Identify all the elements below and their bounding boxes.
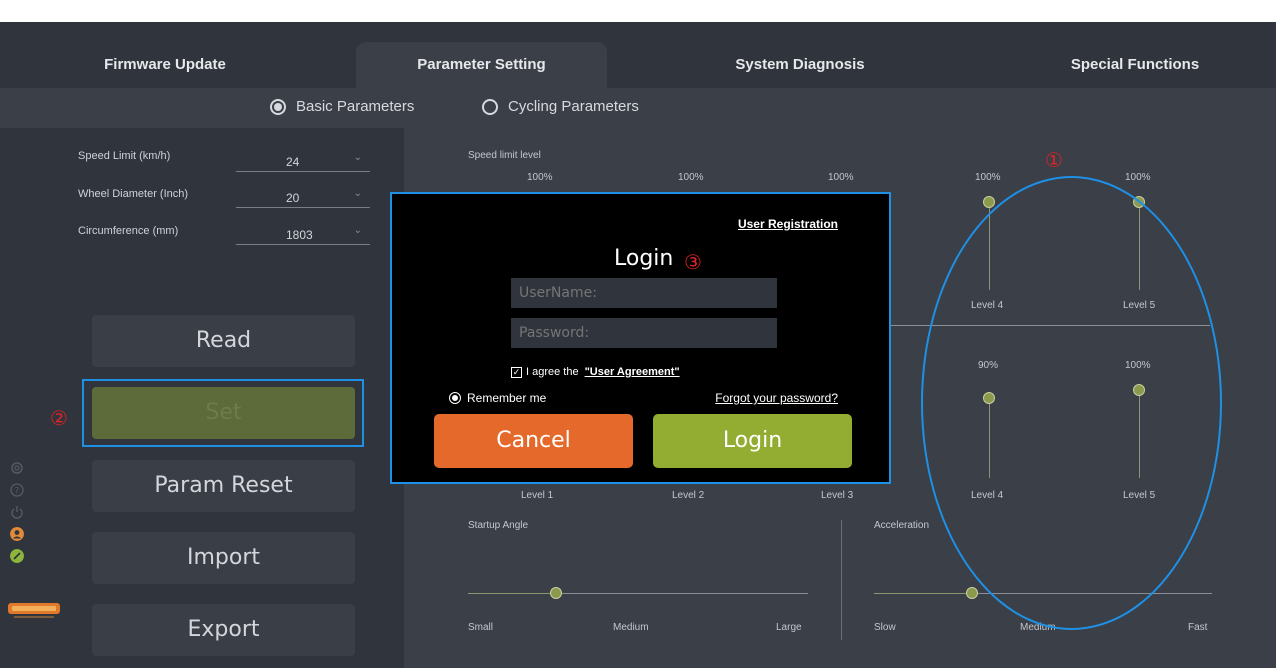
tab-system-diagnosis[interactable]: System Diagnosis	[680, 42, 920, 88]
username-input[interactable]	[511, 278, 777, 308]
select-value: 20	[286, 191, 300, 205]
tab-parameter-setting[interactable]: Parameter Setting	[356, 42, 607, 88]
select-value: 24	[286, 155, 300, 169]
circumference-label: Circumference (mm)	[78, 225, 179, 237]
user-icon[interactable]	[10, 527, 24, 541]
chevron-down-icon: ⌄	[353, 152, 362, 163]
param-reset-button[interactable]: Param Reset	[92, 460, 355, 512]
annotation-two: ②	[50, 406, 68, 430]
radio-selected-icon	[270, 98, 286, 115]
set-highlight-box	[82, 379, 364, 447]
highlight-ellipse	[921, 176, 1222, 630]
wheel-diameter-select[interactable]: 20 ⌄	[236, 186, 370, 208]
login-button[interactable]: Login	[653, 414, 852, 468]
acceleration-knob[interactable]	[966, 587, 979, 599]
sidebar: ?	[0, 455, 60, 635]
user-agreement-row: ✓ I agree the "User Agreement"	[511, 366, 680, 378]
top-caption-strip	[0, 0, 1276, 22]
cancel-button[interactable]: Cancel	[434, 414, 633, 468]
level-4-slider-knob[interactable]	[983, 196, 995, 208]
level-2-label-b: Level 2	[672, 490, 705, 501]
level-2-percent: 100%	[678, 172, 704, 183]
radio-label: Cycling Parameters	[508, 98, 639, 115]
agree-text: I agree the	[526, 366, 579, 378]
annotation-three: ③	[684, 250, 702, 274]
agree-checkbox[interactable]: ✓	[511, 366, 522, 378]
parameter-type-bar: Basic Parameters Cycling Parameters	[0, 88, 1276, 128]
login-dialog: User Registration Login ③ ✓ I agree the …	[390, 192, 891, 484]
vertical-divider	[841, 520, 842, 640]
speed-limit-label: Speed Limit (km/h)	[78, 150, 171, 162]
svg-text:?: ?	[15, 487, 20, 497]
chevron-down-icon: ⌄	[353, 225, 362, 236]
acceleration-slow-label: Slow	[874, 622, 896, 633]
login-title: Login	[614, 246, 674, 271]
acceleration-fast-label: Fast	[1188, 622, 1208, 633]
power-icon[interactable]	[10, 505, 24, 519]
startup-medium-label: Medium	[613, 622, 649, 633]
level-1-label-b: Level 1	[521, 490, 554, 501]
remember-me-label: Remember me	[467, 391, 547, 405]
import-button[interactable]: Import	[92, 532, 355, 584]
radio-basic-parameters[interactable]: Basic Parameters	[270, 98, 414, 115]
chevron-down-icon: ⌄	[353, 188, 362, 199]
password-input[interactable]	[511, 318, 777, 348]
tab-firmware-update[interactable]: Firmware Update	[60, 42, 270, 88]
tab-bar: Firmware Update Parameter Setting System…	[0, 22, 1276, 88]
link-icon[interactable]	[10, 549, 24, 563]
startup-large-label: Large	[776, 622, 802, 633]
speed-limit-select[interactable]: 24 ⌄	[236, 150, 370, 172]
acceleration-title: Acceleration	[874, 520, 930, 531]
settings-icon[interactable]	[10, 461, 24, 475]
user-agreement-link[interactable]: "User Agreement"	[585, 366, 680, 378]
radio-selected-icon	[449, 392, 461, 404]
radio-unselected-icon	[482, 98, 498, 115]
radio-cycling-parameters[interactable]: Cycling Parameters	[482, 98, 639, 115]
tab-special-functions[interactable]: Special Functions	[1010, 42, 1260, 88]
startup-angle-title: Startup Angle	[468, 520, 529, 531]
radio-label: Basic Parameters	[296, 98, 415, 115]
forgot-password-link[interactable]: Forgot your password?	[715, 391, 838, 405]
level-3-label-b: Level 3	[821, 490, 854, 501]
startup-small-label: Small	[468, 622, 494, 633]
bafang-logo	[8, 603, 60, 618]
level-1-percent: 100%	[527, 172, 553, 183]
read-button[interactable]: Read	[92, 315, 355, 367]
annotation-one: ①	[1045, 148, 1063, 172]
speed-limit-level-title: Speed limit level	[468, 150, 541, 161]
user-registration-link[interactable]: User Registration	[738, 217, 838, 231]
acceleration-fill	[874, 593, 973, 594]
level-4-percent: 100%	[975, 172, 1001, 183]
login-dialog-body: User Registration Login ③ ✓ I agree the …	[396, 198, 885, 478]
level-5-percent: 100%	[1125, 172, 1151, 183]
startup-angle-fill	[468, 593, 557, 594]
select-value: 1803	[286, 228, 313, 242]
help-icon[interactable]: ?	[10, 483, 24, 497]
remember-me-radio[interactable]: Remember me	[449, 391, 546, 405]
export-button[interactable]: Export	[92, 604, 355, 656]
wheel-diameter-label: Wheel Diameter (Inch)	[78, 188, 189, 200]
circumference-select[interactable]: 1803 ⌄	[236, 223, 370, 245]
level-3-percent: 100%	[828, 172, 854, 183]
